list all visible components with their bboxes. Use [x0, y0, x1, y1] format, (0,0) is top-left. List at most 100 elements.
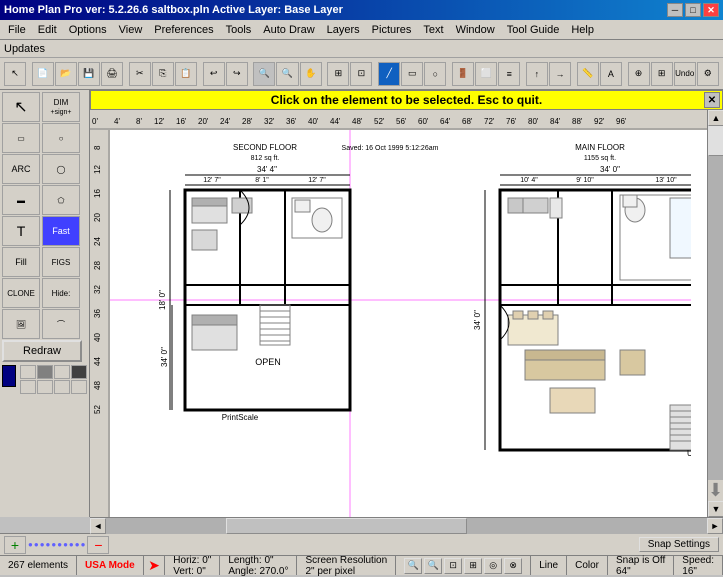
snap-button[interactable]: ⊡ — [350, 62, 372, 86]
canvas-area[interactable]: Click on the element to be selected. Esc… — [90, 90, 723, 517]
select-button[interactable]: ↖ — [2, 92, 40, 122]
scroll-thumb[interactable] — [708, 126, 723, 156]
circle-button[interactable]: ○ — [424, 62, 446, 86]
close-button[interactable]: ✕ — [703, 3, 719, 17]
arrow-right-button[interactable]: → — [549, 62, 571, 86]
pattern-3[interactable] — [54, 365, 70, 379]
paste-button[interactable]: 📋 — [175, 62, 197, 86]
menu-item-options[interactable]: Options — [63, 22, 113, 38]
clone-button[interactable]: CLONE — [2, 278, 40, 308]
menu-item-help[interactable]: Help — [565, 22, 600, 38]
copy-button[interactable]: ⎘ — [152, 62, 174, 86]
scroll-right-button[interactable]: ► — [707, 518, 723, 534]
dot-9[interactable]: ● — [75, 540, 80, 549]
circle-tool-button[interactable]: ○ — [42, 123, 80, 153]
menu-item-layers[interactable]: Layers — [321, 22, 366, 38]
pattern-5[interactable] — [20, 380, 36, 394]
cut-button[interactable]: ✂ — [129, 62, 151, 86]
dot-4[interactable]: ● — [46, 540, 51, 549]
scroll-arrow-down[interactable]: ⬇ — [708, 480, 723, 501]
arrow-up-button[interactable]: ↑ — [526, 62, 548, 86]
notification-close-button[interactable]: ✕ — [704, 92, 720, 108]
dot-8[interactable]: ● — [69, 540, 74, 549]
floor-plan-svg[interactable]: SECOND FLOOR 812 sq ft. Saved: 16 Oct 19… — [110, 130, 691, 517]
scroll-thumb-h[interactable] — [226, 518, 466, 534]
zoom-btn-6[interactable]: ⊗ — [504, 558, 522, 574]
pattern-8[interactable] — [71, 380, 87, 394]
pan-button[interactable]: ✋ — [300, 62, 322, 86]
door-button[interactable]: 🚪 — [452, 62, 474, 86]
menu-item-preferences[interactable]: Preferences — [148, 22, 219, 38]
select-tool-button[interactable]: ↖ — [4, 62, 26, 86]
ellipse-button[interactable]: ◯ — [42, 154, 80, 184]
figs-button[interactable]: FIGS — [42, 247, 80, 277]
pattern-4[interactable] — [71, 365, 87, 379]
hide-button[interactable]: Hide: — [42, 278, 80, 308]
zoom-minus-button[interactable]: − — [87, 536, 109, 554]
zoom-out-button[interactable]: 🔍 — [276, 62, 298, 86]
menu-item-window[interactable]: Window — [450, 22, 501, 38]
scroll-left-button[interactable]: ◄ — [90, 518, 106, 534]
zoom-btn-3[interactable]: ⊡ — [444, 558, 462, 574]
save-button[interactable]: 💾 — [78, 62, 100, 86]
menu-item-file[interactable]: File — [2, 22, 32, 38]
undo-button[interactable]: ↩ — [203, 62, 225, 86]
menu-item-auto draw[interactable]: Auto Draw — [257, 22, 320, 38]
rect-button[interactable]: ▭ — [401, 62, 423, 86]
menu-item-text[interactable]: Text — [417, 22, 449, 38]
menu-item-tool guide[interactable]: Tool Guide — [501, 22, 566, 38]
right-scrollbar[interactable]: ▲ ⬇ ▼ — [707, 110, 723, 517]
print-button[interactable]: 🖨 — [101, 62, 123, 86]
text-tool-button[interactable]: T — [2, 216, 40, 246]
window-button[interactable]: ⬜ — [475, 62, 497, 86]
more-button1[interactable]: ⊕ — [628, 62, 650, 86]
menu-item-tools[interactable]: Tools — [220, 22, 258, 38]
color-swatch[interactable] — [2, 365, 16, 387]
zoom-btn-1[interactable]: 🔍 — [404, 558, 422, 574]
measure-button[interactable]: 📏 — [577, 62, 599, 86]
dim-button[interactable]: DIM+sign+ — [42, 92, 80, 122]
settings-button[interactable]: ⚙ — [697, 62, 719, 86]
new-button[interactable]: 📄 — [32, 62, 54, 86]
zoom-btn-5[interactable]: ◎ — [484, 558, 502, 574]
dot-6[interactable]: ● — [57, 540, 62, 549]
stair-button[interactable]: ≡ — [498, 62, 520, 86]
curve-button[interactable]: ⌒ — [42, 309, 80, 339]
line-button[interactable]: ╱ — [378, 62, 400, 86]
image-button[interactable]: 🖼 — [2, 309, 40, 339]
pattern-2[interactable] — [37, 365, 53, 379]
snap-settings-button[interactable]: Snap Settings — [639, 537, 719, 552]
wall-button[interactable]: ▬ — [2, 185, 40, 215]
pattern-6[interactable] — [37, 380, 53, 394]
rect-tool-button[interactable]: ▭ — [2, 123, 40, 153]
zoom-btn-4[interactable]: ⊞ — [464, 558, 482, 574]
more-button2[interactable]: ⊞ — [651, 62, 673, 86]
scroll-down-button[interactable]: ▼ — [708, 501, 723, 517]
menu-item-edit[interactable]: Edit — [32, 22, 63, 38]
dot-5[interactable]: ● — [51, 540, 56, 549]
arc-button[interactable]: ARC — [2, 154, 40, 184]
dot-1[interactable]: ● — [28, 540, 33, 549]
dot-3[interactable]: ● — [40, 540, 45, 549]
floor-plan[interactable]: 0' 4' 8' 12' 16' 20' 24' 28' 32' 36' 40'… — [90, 110, 707, 517]
poly-button[interactable]: ⬠ — [42, 185, 80, 215]
open-button[interactable]: 📂 — [55, 62, 77, 86]
zoom-in-button[interactable]: 🔍 — [253, 62, 275, 86]
menu-item-view[interactable]: View — [113, 22, 149, 38]
dot-2[interactable]: ● — [34, 540, 39, 549]
menu-item-pictures[interactable]: Pictures — [366, 22, 418, 38]
fast-button[interactable]: Fast — [42, 216, 80, 246]
dot-10[interactable]: ● — [81, 540, 86, 549]
undo2-button[interactable]: Undo — [674, 62, 696, 86]
minimize-button[interactable]: ─ — [667, 3, 683, 17]
scroll-up-button[interactable]: ▲ — [708, 110, 723, 126]
fill-button[interactable]: Fill — [2, 247, 40, 277]
updates-label[interactable]: Updates — [4, 43, 45, 55]
text-button[interactable]: A — [600, 62, 622, 86]
zoom-add-button[interactable]: + — [4, 536, 26, 554]
pattern-7[interactable] — [54, 380, 70, 394]
pattern-1[interactable] — [20, 365, 36, 379]
redo-button[interactable]: ↪ — [226, 62, 248, 86]
maximize-button[interactable]: □ — [685, 3, 701, 17]
grid-button[interactable]: ⊞ — [327, 62, 349, 86]
